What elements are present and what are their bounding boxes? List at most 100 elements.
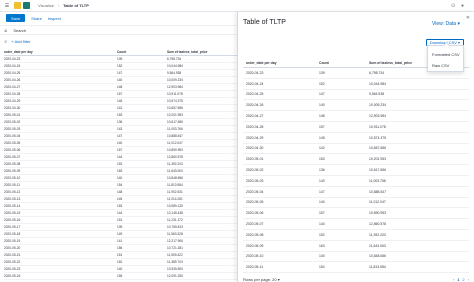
table-cell: 156 — [117, 246, 123, 250]
table-cell: 2020-05-07 — [4, 155, 21, 159]
table-cell: 2020-04-28 — [246, 124, 264, 129]
table-cell: 2020-05-03 — [246, 178, 264, 183]
page-1-button[interactable]: 1 — [457, 277, 459, 282]
table-cell: 11,813.984 — [369, 265, 386, 270]
table-cell: 139 — [117, 57, 123, 61]
table-cell: 147 — [319, 189, 325, 194]
table-cell: 10,617.656 — [167, 120, 183, 124]
column-header[interactable]: order_date per day — [4, 50, 117, 54]
table-cell: 10,989.125 — [167, 204, 183, 208]
column-header[interactable]: Sum of taxless_total_price — [167, 50, 237, 54]
table-cell: 10,911.078 — [369, 124, 386, 129]
table-cell: 2020-05-08 — [4, 162, 21, 166]
app-icon[interactable] — [23, 2, 30, 9]
column-header[interactable]: Count — [117, 50, 167, 54]
table-row: 2020-05-01 153 10,201.953 — [243, 154, 469, 166]
table-cell: 2020-04-23 — [246, 70, 264, 75]
table-cell: 11,643.063 — [167, 169, 183, 173]
table-cell: 144 — [117, 211, 123, 215]
table-cell: 10,009.234 — [167, 78, 183, 82]
page-2-button[interactable]: 2 — [462, 277, 464, 282]
column-header[interactable]: Count — [319, 61, 369, 65]
rows-per-page-selector[interactable]: Rows per page: 20 ▾ — [243, 277, 280, 282]
add-filter-button[interactable]: + Add filter — [11, 39, 30, 44]
table-cell: 2020-05-02 — [246, 168, 264, 173]
table-cell: 147 — [117, 71, 123, 75]
table-cell: 149 — [117, 232, 123, 236]
table-cell: 163 — [319, 243, 325, 248]
table-cell: 157 — [319, 124, 325, 129]
table-cell: 11,012.047 — [167, 141, 183, 145]
table-cell: 2020-04-30 — [246, 146, 264, 151]
table-cell: 140 — [319, 200, 325, 205]
table-row: 2020-04-25 147 9,564.938 — [243, 90, 469, 101]
filter-options-icon[interactable]: ⊙ — [4, 39, 7, 44]
table-row: 2020-04-30 142 10,657.656 — [4, 105, 237, 112]
breadcrumb-visualize[interactable]: Visualize — [38, 3, 54, 8]
prev-page-icon[interactable]: ‹ — [453, 277, 454, 282]
table-cell: 2020-05-20 — [4, 246, 21, 250]
table-cell: 157 — [319, 211, 325, 216]
table-cell: 10,890.953 — [167, 148, 183, 152]
share-button[interactable]: Share — [31, 16, 42, 21]
table-cell: 2020-05-23 — [4, 267, 21, 271]
breadcrumb-separator: / — [57, 3, 60, 8]
table-cell: 12,217.906 — [167, 239, 183, 243]
table-row: 2020-05-04 147 10,888.547 — [4, 133, 237, 140]
table-cell: 148 — [117, 85, 123, 89]
filter-menu-icon[interactable]: ⊜ — [4, 28, 7, 33]
table-row: 2020-05-23 140 10,935.500 — [4, 266, 237, 273]
inspect-button[interactable]: Inspect — [48, 16, 61, 21]
column-header[interactable]: order_date per day — [243, 61, 319, 65]
kibana-logo-icon[interactable] — [14, 2, 21, 9]
table-row: 2020-04-25 147 9,564.938 — [4, 70, 237, 77]
table-cell: 12,145.438 — [167, 211, 183, 215]
table-row: 2020-04-27 148 12,903.984 — [4, 84, 237, 91]
table-cell: 2020-04-25 — [246, 92, 264, 97]
table-cell: 155 — [117, 274, 123, 278]
table-cell: 144 — [117, 155, 123, 159]
table-cell: 12,903.984 — [167, 85, 183, 89]
query-bar: ⊜ Search — [0, 25, 237, 35]
next-page-icon[interactable]: › — [468, 277, 469, 282]
close-icon[interactable]: ✕ — [466, 15, 470, 21]
table-cell: 143 — [117, 127, 123, 131]
view-mode-selector[interactable]: View: Data ▾ — [432, 21, 460, 27]
table-cell: 154 — [117, 183, 123, 187]
table-cell: 11,813.984 — [167, 183, 183, 187]
help-icon[interactable]: ⊙ — [451, 3, 457, 9]
table-cell: 2020-05-16 — [4, 218, 21, 222]
table-cell: 11,012.047 — [369, 200, 386, 205]
user-avatar-icon[interactable]: ● — [461, 3, 467, 9]
table-row: 2020-05-06 157 10,890.953 — [4, 147, 237, 154]
search-input[interactable]: Search — [13, 28, 26, 33]
table-cell: 2020-05-11 — [4, 183, 21, 187]
table-row: 2020-05-21 151 11,509.422 — [4, 252, 237, 259]
table-cell: 2020-05-03 — [4, 127, 21, 131]
table-row: 2020-05-01 153 10,201.953 — [4, 112, 237, 119]
table-cell: 154 — [319, 265, 325, 270]
table-cell: 2020-05-09 — [246, 243, 264, 248]
table-row: 2020-04-28 157 10,911.078 — [4, 91, 237, 98]
table-row: 2020-04-28 157 10,911.078 — [243, 122, 469, 133]
table-cell: 2020-05-10 — [4, 176, 21, 180]
menu-icon[interactable]: ☰ — [4, 3, 10, 9]
table-cell: 140 — [319, 254, 325, 259]
table-cell: 2020-04-29 — [246, 135, 264, 140]
table-cell: 140 — [319, 103, 325, 108]
table-cell: 144 — [319, 222, 325, 227]
table-cell: 145 — [117, 99, 123, 103]
table-cell: 151 — [117, 253, 123, 257]
raw-csv-option[interactable]: Raw CSV — [432, 63, 449, 68]
table-row: 2020-04-30 142 10,657.656 — [243, 144, 469, 155]
table-row: 2020-05-24 155 12,091.250 — [4, 273, 237, 280]
table-cell: 148 — [117, 190, 123, 194]
table-cell: 2020-05-06 — [246, 211, 264, 216]
save-button[interactable]: Save — [6, 14, 26, 22]
formatted-csv-option[interactable]: Formatted CSV — [432, 52, 460, 57]
table-cell: 2020-04-29 — [4, 99, 21, 103]
table-row: 2020-05-15 144 12,145.438 — [4, 210, 237, 217]
table-cell: 10,890.953 — [369, 211, 386, 216]
table-cell: 10,848.656 — [369, 254, 386, 259]
table-row: 2020-04-27 148 12,903.984 — [243, 111, 469, 122]
